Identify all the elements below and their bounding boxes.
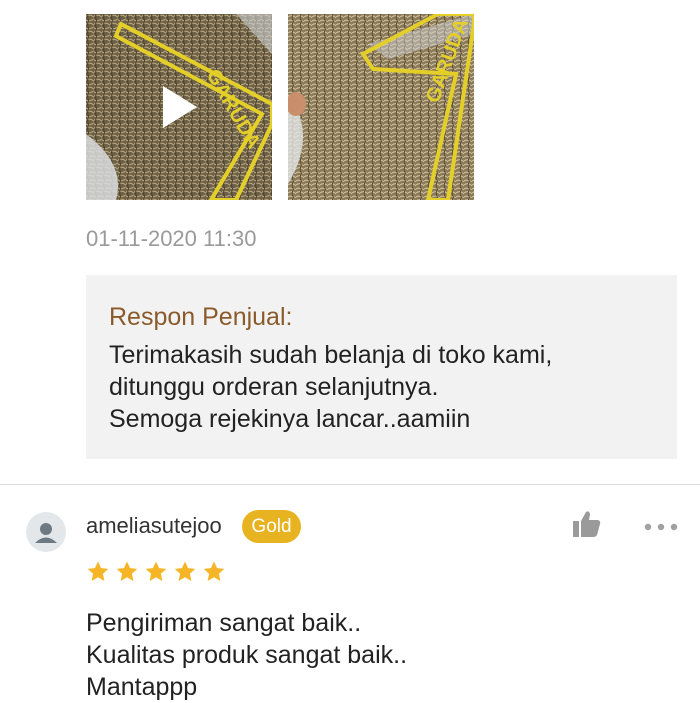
user-avatar-icon[interactable] bbox=[26, 512, 66, 552]
star-icon bbox=[174, 561, 196, 581]
more-dots-icon[interactable] bbox=[644, 519, 678, 537]
star-rating bbox=[86, 560, 226, 584]
star-icon bbox=[203, 561, 225, 581]
star-icon bbox=[87, 561, 109, 581]
star-icon bbox=[116, 561, 138, 581]
seller-reply-line: Terimakasih sudah belanja di toko kami, bbox=[109, 341, 553, 369]
seller-reply-line: Semoga rejekinya lancar..aamiin bbox=[109, 405, 471, 433]
member-badge: Gold bbox=[242, 510, 301, 543]
review-divider bbox=[0, 484, 700, 485]
review-line: Mantappp bbox=[86, 673, 198, 701]
star-icon bbox=[145, 561, 167, 581]
product-photo-image: GARUDA bbox=[288, 14, 474, 200]
review-photo-thumbnail[interactable]: GARUDA bbox=[288, 14, 474, 200]
play-icon[interactable] bbox=[159, 84, 199, 130]
review-video-thumbnail[interactable]: GARUDA bbox=[86, 14, 272, 200]
review-line: Pengiriman sangat baik.. bbox=[86, 609, 362, 637]
seller-reply-title: Respon Penjual: bbox=[109, 303, 293, 331]
review-text: Pengiriman sangat baik.. Kualitas produk… bbox=[86, 607, 407, 703]
review-line: Kualitas produk sangat baik.. bbox=[86, 641, 408, 669]
seller-reply-line: ditunggu orderan selanjutnya. bbox=[109, 373, 439, 401]
seller-reply-box: Respon Penjual: Terimakasih sudah belanj… bbox=[86, 275, 677, 459]
review-timestamp: 01-11-2020 11:30 bbox=[86, 226, 257, 251]
seller-reply-text: Terimakasih sudah belanja di toko kami, … bbox=[109, 339, 552, 435]
thumbs-up-icon[interactable] bbox=[572, 510, 602, 543]
reviewer-username[interactable]: ameliasutejoo bbox=[86, 513, 222, 539]
